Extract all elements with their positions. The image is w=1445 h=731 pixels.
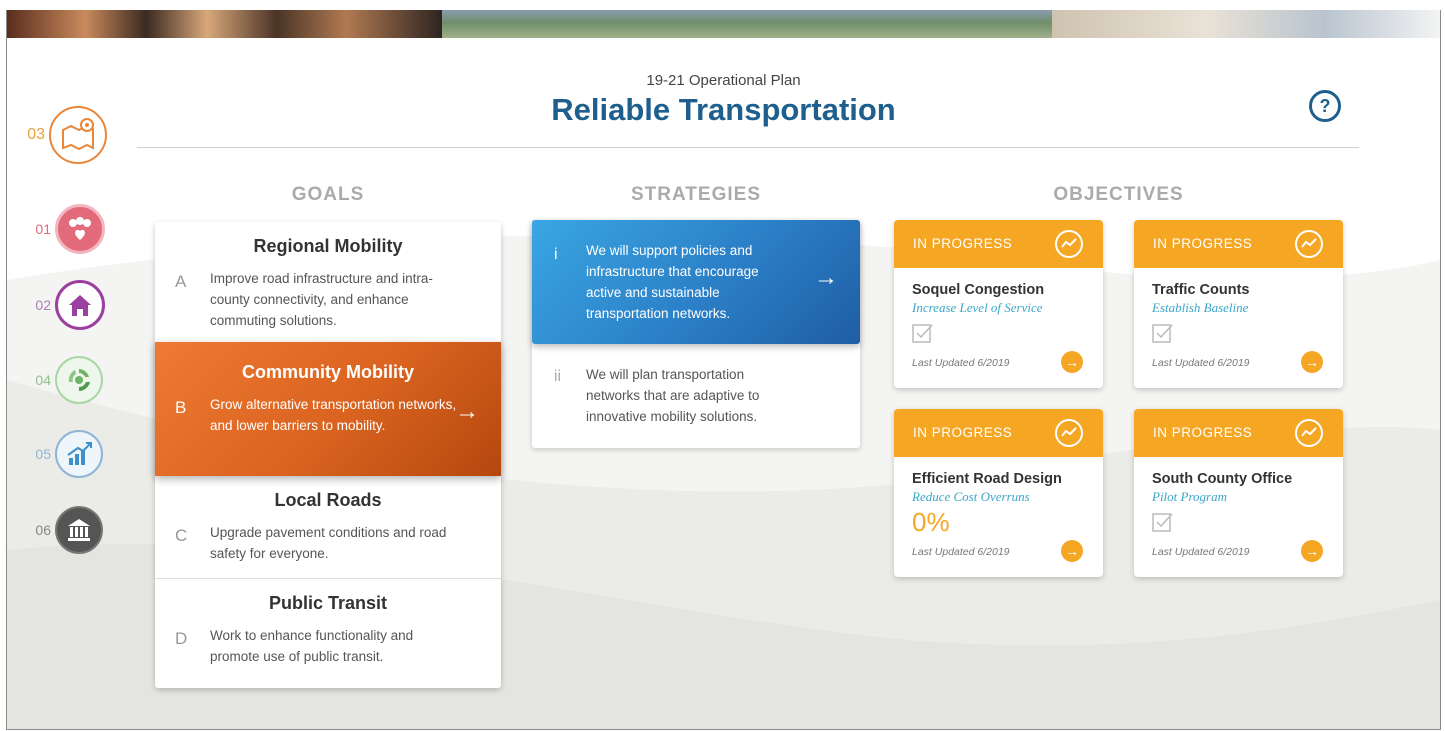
arrow-circle-icon[interactable]: → xyxy=(1061,540,1083,562)
status-badge: IN PROGRESS xyxy=(913,236,1013,251)
nav-item-04[interactable]: 04 xyxy=(27,356,103,404)
objective-card-efficient-road-design[interactable]: IN PROGRESS Efficient Road Design Reduce… xyxy=(894,409,1103,577)
nav-number: 05 xyxy=(35,446,51,462)
strategy-item-i[interactable]: i We will support policies and infrastru… xyxy=(532,220,860,344)
last-updated: Last Updated 6/2019 xyxy=(1152,357,1250,369)
trend-icon xyxy=(1295,230,1323,258)
objective-status-bar: IN PROGRESS xyxy=(894,220,1103,268)
people-heart-icon xyxy=(55,204,105,254)
header-photo-banner xyxy=(7,10,1440,38)
goal-description: Grow alternative transportation networks… xyxy=(210,397,457,433)
home-icon xyxy=(55,280,105,330)
nav-item-05[interactable]: 05 xyxy=(27,430,103,478)
checkbox-icon xyxy=(1152,324,1173,343)
page-title: Reliable Transportation xyxy=(551,92,896,127)
goal-description: Improve road infrastructure and intra-co… xyxy=(210,271,433,328)
last-updated: Last Updated 6/2019 xyxy=(1152,546,1250,558)
arrow-circle-icon[interactable]: → xyxy=(1061,351,1083,373)
trend-icon xyxy=(1055,230,1083,258)
strategy-number: ii xyxy=(554,368,562,385)
goal-letter: C xyxy=(175,526,188,545)
nav-number: 01 xyxy=(35,221,51,237)
app-frame: 19-21 Operational Plan Reliable Transpor… xyxy=(6,10,1441,730)
strategy-text: We will plan transportation networks tha… xyxy=(586,367,760,424)
arrow-circle-icon[interactable]: → xyxy=(1301,351,1323,373)
arrow-circle-icon[interactable]: → xyxy=(1301,540,1323,562)
arrow-right-icon: → xyxy=(455,398,479,425)
banner-photo-field xyxy=(442,10,1052,38)
strategies-heading: STRATEGIES xyxy=(631,184,761,205)
goal-item-regional-mobility[interactable]: Regional Mobility A Improve road infrast… xyxy=(155,222,501,342)
goal-item-community-mobility[interactable]: Community Mobility B Grow alternative tr… xyxy=(155,342,501,476)
last-updated: Last Updated 6/2019 xyxy=(912,357,1010,369)
objective-card-soquel-congestion[interactable]: IN PROGRESS Soquel Congestion Increase L… xyxy=(894,220,1103,388)
help-icon[interactable]: ? xyxy=(1309,90,1341,122)
banner-photo-building xyxy=(1052,10,1440,38)
nav-item-02[interactable]: 02 xyxy=(27,280,105,330)
last-updated: Last Updated 6/2019 xyxy=(912,546,1010,558)
goals-heading: GOALS xyxy=(291,184,365,205)
government-building-icon xyxy=(55,506,103,554)
objective-title: Soquel Congestion xyxy=(912,282,1045,298)
goal-title: Public Transit xyxy=(268,593,388,613)
banner-photo-people xyxy=(7,10,442,38)
goal-description: Work to enhance functionality and promot… xyxy=(210,628,414,664)
nav-number: 03 xyxy=(27,126,45,143)
objectives-heading: OBJECTIVES xyxy=(1053,184,1184,205)
objective-status-bar: IN PROGRESS xyxy=(1134,409,1343,457)
trend-icon xyxy=(1055,419,1083,447)
nav-number: 06 xyxy=(35,522,51,538)
nav-item-03[interactable]: 03 xyxy=(21,106,107,164)
strategy-number: i xyxy=(554,246,558,263)
objective-title: South County Office xyxy=(1152,471,1293,487)
nav-item-06[interactable]: 06 xyxy=(27,506,103,554)
status-badge: IN PROGRESS xyxy=(913,425,1013,440)
goals-panel: Regional Mobility A Improve road infrast… xyxy=(155,222,501,688)
goal-letter: A xyxy=(175,272,187,291)
objective-subtitle: Establish Baseline xyxy=(1152,300,1249,315)
objective-card-traffic-counts[interactable]: IN PROGRESS Traffic Counts Establish Bas… xyxy=(1134,220,1343,388)
goal-title: Local Roads xyxy=(274,490,382,510)
goal-description: Upgrade pavement conditions and road saf… xyxy=(210,525,447,561)
objective-card-south-county-office[interactable]: IN PROGRESS South County Office Pilot Pr… xyxy=(1134,409,1343,577)
goal-letter: B xyxy=(175,398,187,417)
goal-item-local-roads[interactable]: Local Roads C Upgrade pavement condition… xyxy=(155,476,501,578)
goal-letter: D xyxy=(175,629,188,648)
objective-status-bar: IN PROGRESS xyxy=(894,409,1103,457)
objective-percent: 0% xyxy=(912,507,950,537)
goal-item-public-transit[interactable]: Public Transit D Work to enhance functio… xyxy=(155,579,501,687)
objective-title: Efficient Road Design xyxy=(912,471,1062,487)
nav-number: 04 xyxy=(35,372,51,388)
growth-chart-icon xyxy=(55,430,103,478)
checkbox-icon xyxy=(912,324,933,343)
recycle-leaf-icon xyxy=(55,356,103,404)
strategies-panel: i We will support policies and infrastru… xyxy=(532,220,860,448)
objective-subtitle: Increase Level of Service xyxy=(912,300,1043,315)
goal-title: Community Mobility xyxy=(242,362,414,382)
nav-item-01[interactable]: 01 xyxy=(27,204,105,254)
trend-icon xyxy=(1295,419,1323,447)
status-badge: IN PROGRESS xyxy=(1153,425,1253,440)
objective-title: Traffic Counts xyxy=(1152,282,1250,298)
status-badge: IN PROGRESS xyxy=(1153,236,1253,251)
header-divider xyxy=(137,147,1359,148)
arrow-right-icon: → xyxy=(814,264,838,291)
plan-subtitle: 19-21 Operational Plan xyxy=(646,72,801,89)
strategy-item-ii[interactable]: ii We will plan transportation networks … xyxy=(532,344,860,448)
objective-status-bar: IN PROGRESS xyxy=(1134,220,1343,268)
objective-subtitle: Reduce Cost Overruns xyxy=(912,489,1030,504)
strategy-text: We will support policies and infrastruct… xyxy=(586,243,759,321)
goal-title: Regional Mobility xyxy=(253,236,403,256)
objective-subtitle: Pilot Program xyxy=(1152,489,1227,504)
checkbox-icon xyxy=(1152,513,1173,532)
map-pin-icon xyxy=(49,106,107,164)
nav-number: 02 xyxy=(35,297,51,313)
